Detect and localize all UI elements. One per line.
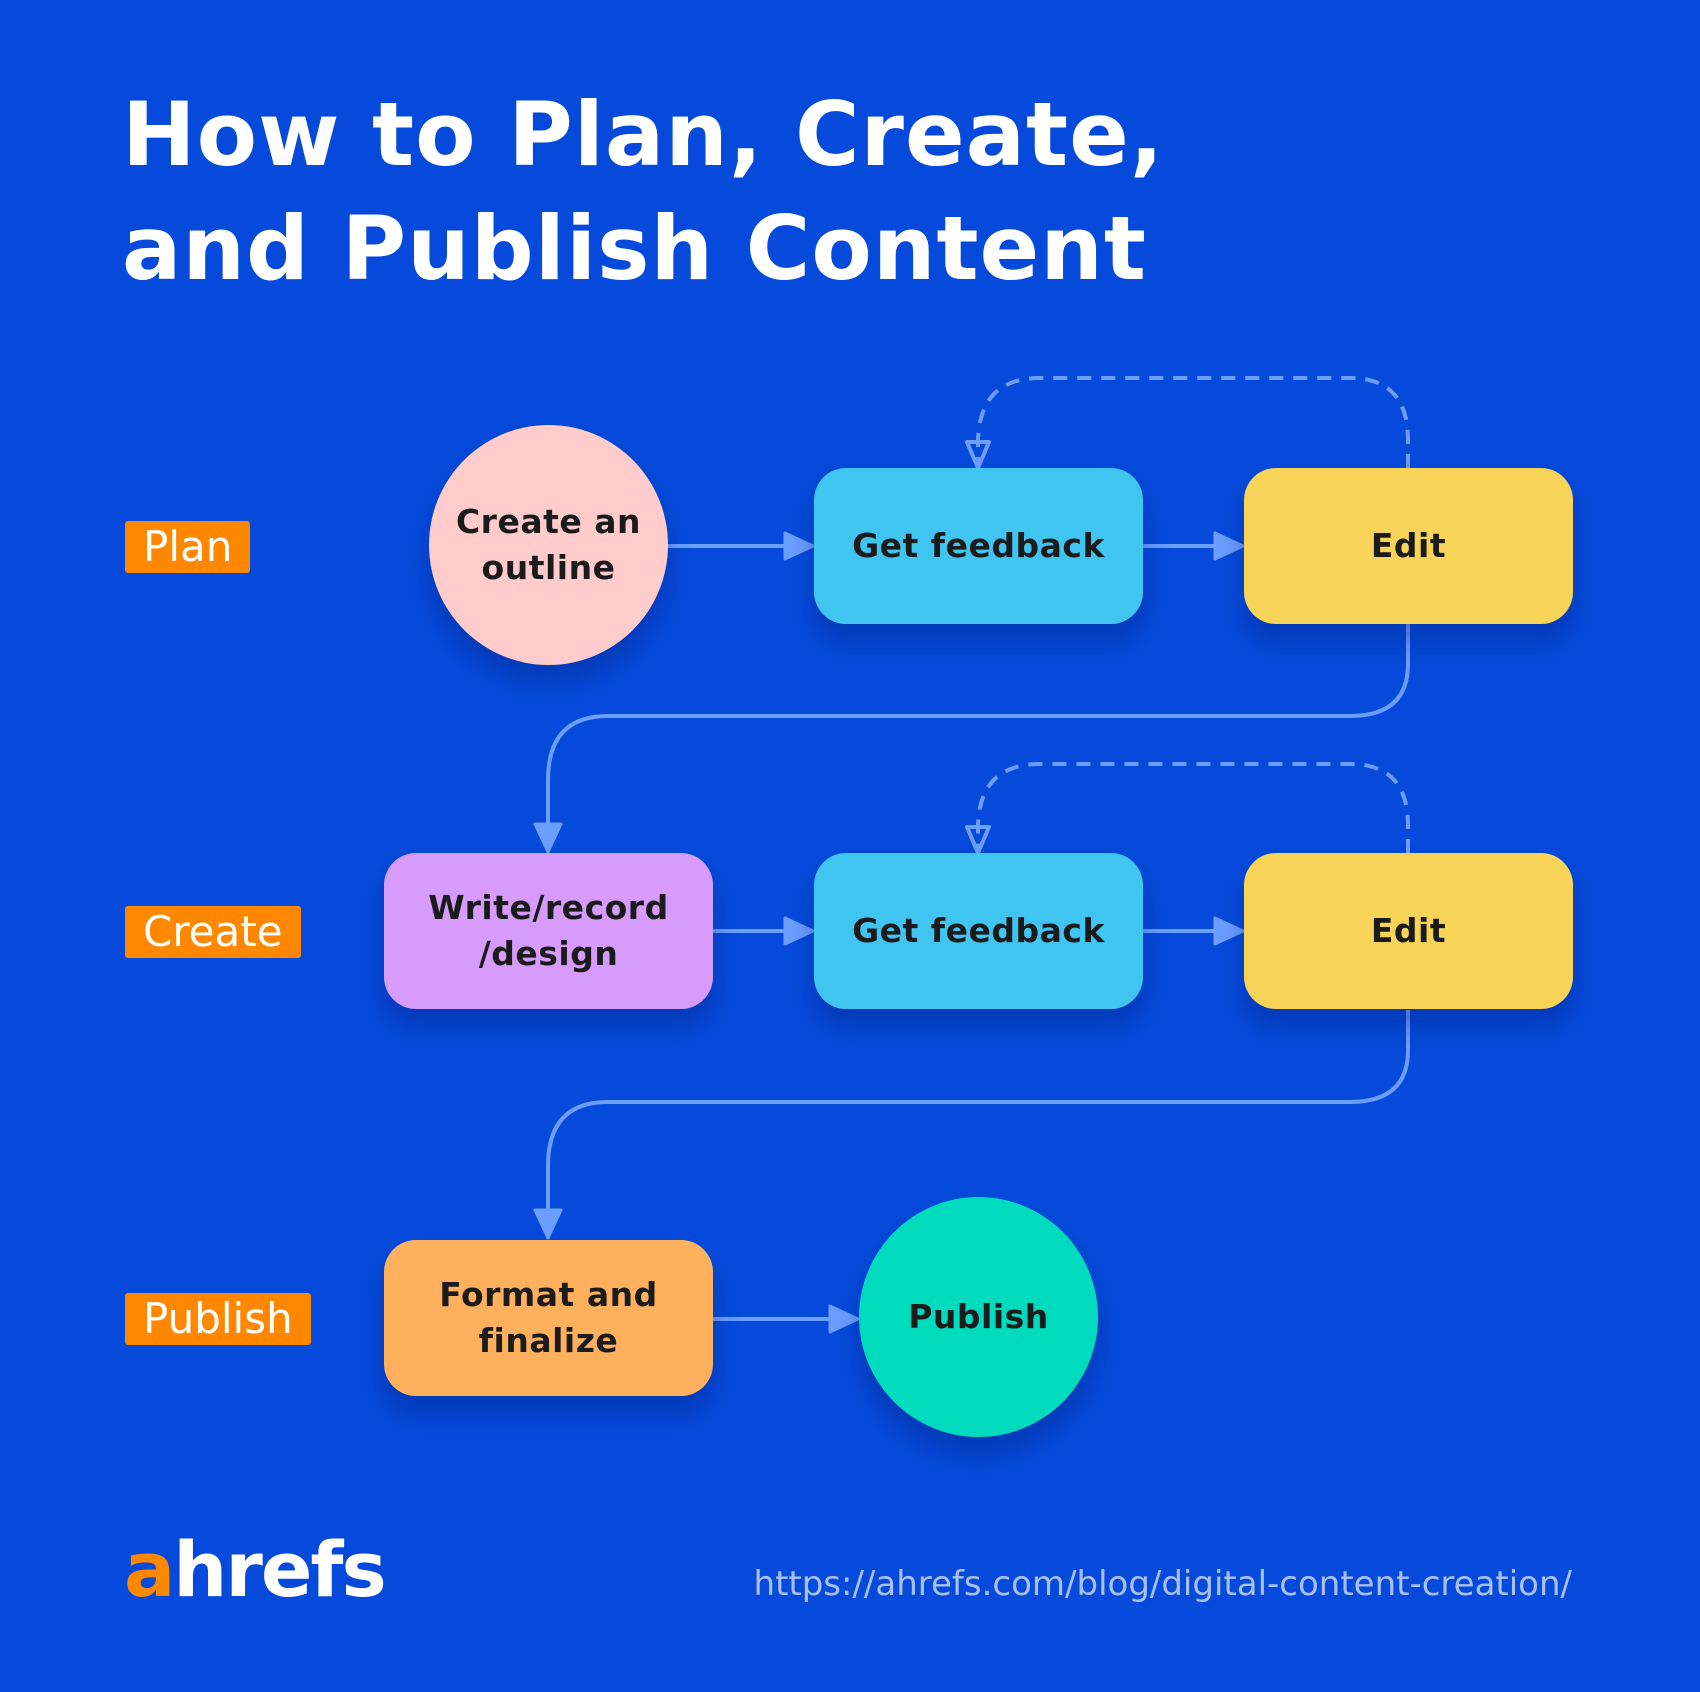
node-get-feedback-create: Get feedback — [814, 853, 1143, 1009]
node-label: Get feedback — [852, 526, 1105, 565]
edge-edit1-to-write — [533, 624, 1410, 854]
node-label: Create an — [455, 502, 642, 541]
node-format-finalize: Format and finalize — [384, 1240, 713, 1396]
node-get-feedback-plan: Get feedback — [814, 468, 1143, 624]
edge-edit1-to-feedback1-dashed — [965, 376, 1410, 470]
connectors — [533, 376, 1410, 1334]
node-write-record-design: Write/record /design — [384, 853, 713, 1009]
logo-accent: a — [124, 1525, 175, 1614]
node-label: Edit — [1370, 911, 1447, 950]
node-label: Format and — [439, 1275, 658, 1314]
node-label: /design — [478, 934, 619, 973]
node-label: Get feedback — [852, 911, 1105, 950]
node-edit-create: Edit — [1244, 853, 1573, 1009]
stage-badge-create: Create — [125, 906, 301, 958]
source-url: https://ahrefs.com/blog/digital-content-… — [753, 1564, 1572, 1604]
ahrefs-logo: ahrefs — [124, 1530, 387, 1610]
edge-edit2-to-feedback2-dashed — [965, 762, 1410, 855]
node-edit-plan: Edit — [1244, 468, 1573, 624]
logo-text: hrefs — [173, 1525, 386, 1614]
stage-badge-plan: Plan — [125, 521, 251, 573]
stage-badge-publish: Publish — [125, 1293, 311, 1345]
node-label: Write/record — [428, 888, 669, 927]
node-create-outline: Create an outline — [429, 425, 668, 665]
node-label: Edit — [1370, 526, 1447, 565]
node-label: Publish — [908, 1297, 1049, 1336]
node-label: finalize — [478, 1321, 619, 1360]
node-label: outline — [481, 548, 616, 587]
node-publish: Publish — [859, 1197, 1098, 1437]
